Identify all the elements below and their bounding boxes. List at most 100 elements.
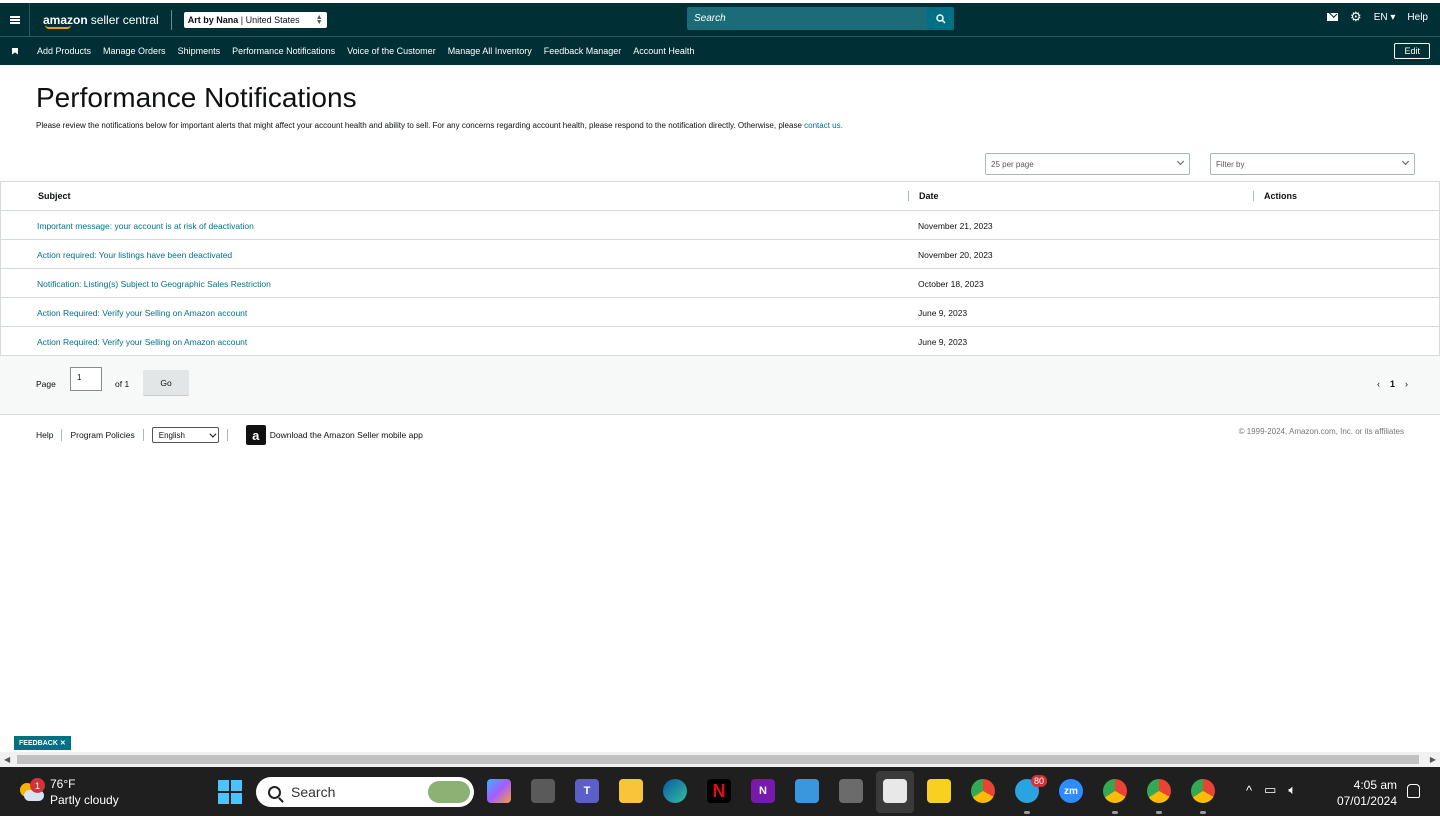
nav-performance-notifications[interactable]: Performance Notifications bbox=[232, 46, 335, 56]
download-app-link[interactable]: Download the Amazon Seller mobile app bbox=[270, 430, 423, 440]
chevron-down-icon bbox=[209, 430, 217, 438]
language-selector[interactable]: EN ▾ bbox=[1374, 12, 1396, 23]
notification-date: November 21, 2023 bbox=[918, 221, 993, 231]
scroll-left-icon[interactable]: ◀ bbox=[4, 755, 10, 764]
chevron-down-icon bbox=[1176, 157, 1185, 166]
taskbar-search[interactable]: Search bbox=[256, 777, 474, 807]
scrollbar-thumb[interactable] bbox=[17, 755, 1419, 764]
onenote-icon[interactable]: N bbox=[751, 779, 775, 803]
column-date[interactable]: Date bbox=[908, 191, 939, 201]
page-count: of 1 bbox=[115, 379, 130, 389]
chrome-profile-icon[interactable] bbox=[1103, 779, 1127, 803]
nav-voice-of-customer[interactable]: Voice of the Customer bbox=[347, 46, 436, 56]
weather-temp: 76°F bbox=[50, 777, 76, 791]
program-policies-link[interactable]: Program Policies bbox=[70, 430, 134, 440]
go-button[interactable]: Go bbox=[143, 370, 189, 396]
per-page-select[interactable]: 25 per page bbox=[985, 153, 1190, 175]
taskbar-clock[interactable]: 4:05 am 07/01/2024 bbox=[1337, 777, 1397, 809]
notification-date: June 9, 2023 bbox=[918, 337, 968, 347]
nav-manage-orders[interactable]: Manage Orders bbox=[103, 46, 166, 56]
chevron-left-icon[interactable]: ‹ bbox=[1377, 379, 1380, 389]
copilot-icon[interactable] bbox=[487, 779, 511, 803]
nav-bar: Add Products Manage Orders Shipments Per… bbox=[0, 36, 1440, 65]
notification-link[interactable]: Action Required: Verify your Selling on … bbox=[37, 308, 247, 318]
menu-icon[interactable] bbox=[0, 3, 30, 36]
notepad-icon[interactable] bbox=[795, 779, 819, 803]
footer-language-select[interactable]: English bbox=[151, 427, 219, 443]
notification-link[interactable]: Notification: Listing(s) Subject to Geog… bbox=[37, 279, 271, 289]
edit-nav-button[interactable]: Edit bbox=[1394, 43, 1430, 59]
account-switcher[interactable]: Art by Nana | United States ▲ ▼ bbox=[183, 11, 327, 28]
table-row: Action required: Your listings have been… bbox=[1, 240, 1439, 269]
bookmark-icon[interactable] bbox=[0, 47, 30, 55]
amazon-app-icon[interactable]: a bbox=[245, 425, 266, 445]
column-subject[interactable]: Subject bbox=[38, 191, 71, 201]
sticky-notes-icon[interactable] bbox=[927, 779, 951, 803]
volume-icon[interactable]: 🔈︎ bbox=[1288, 782, 1296, 798]
table-row: Notification: Listing(s) Subject to Geog… bbox=[1, 269, 1439, 298]
chrome-profile-icon[interactable] bbox=[1191, 779, 1215, 803]
search-icon bbox=[935, 13, 946, 24]
logo-product: seller central bbox=[90, 12, 159, 27]
windows-start-icon[interactable] bbox=[218, 780, 242, 804]
messages-icon[interactable] bbox=[1327, 13, 1339, 21]
nav-account-health[interactable]: Account Health bbox=[633, 46, 694, 56]
snipping-tool-icon[interactable] bbox=[883, 779, 907, 803]
seller-central-logo[interactable]: amazon seller central bbox=[43, 9, 172, 30]
nav-shipments[interactable]: Shipments bbox=[178, 46, 221, 56]
updown-icon: ▲ ▼ bbox=[315, 13, 323, 26]
scroll-right-icon[interactable]: ▶ bbox=[1430, 755, 1436, 764]
table-row: Important message: your account is at ri… bbox=[1, 211, 1439, 240]
weather-widget[interactable]: 1 76°F Partly cloudy bbox=[18, 776, 119, 808]
copyright: © 1999-2024, Amazon.com, Inc. or its aff… bbox=[1238, 427, 1404, 436]
horizontal-scrollbar[interactable]: ◀ ▶ bbox=[0, 752, 1440, 767]
search-button[interactable] bbox=[927, 7, 954, 30]
page-label: Page bbox=[36, 379, 56, 389]
weather-badge: 1 bbox=[30, 778, 45, 793]
search-input[interactable]: Search bbox=[687, 7, 927, 30]
nav-add-products[interactable]: Add Products bbox=[37, 46, 91, 56]
weather-desc: Partly cloudy bbox=[50, 793, 119, 807]
windows-taskbar: 1 76°F Partly cloudy Search T N N 80 zm ^… bbox=[0, 767, 1440, 816]
edge-icon[interactable] bbox=[663, 779, 687, 803]
chrome-profile-icon[interactable] bbox=[1147, 779, 1171, 803]
footer: Help Program Policies English a Download… bbox=[36, 425, 423, 445]
zoom-icon[interactable]: zm bbox=[1059, 779, 1083, 803]
help-link[interactable]: Help bbox=[1407, 12, 1428, 23]
notification-link[interactable]: Important message: your account is at ri… bbox=[37, 221, 254, 231]
telegram-icon[interactable]: 80 bbox=[1015, 775, 1047, 803]
feedback-button[interactable]: FEEDBACK ✕ bbox=[14, 736, 71, 750]
partly-cloudy-icon: 1 bbox=[18, 778, 45, 803]
telegram-badge: 80 bbox=[1030, 775, 1047, 787]
top-bar: amazon seller central Art by Nana | Unit… bbox=[0, 0, 1440, 36]
notifications-table: Subject Date Actions Important message: … bbox=[0, 181, 1440, 356]
clock-date: 07/01/2024 bbox=[1336, 794, 1397, 808]
notification-date: October 18, 2023 bbox=[918, 279, 984, 289]
notification-bell-icon[interactable] bbox=[1407, 784, 1420, 798]
current-page[interactable]: 1 bbox=[1390, 379, 1395, 389]
nav-feedback-manager[interactable]: Feedback Manager bbox=[544, 46, 622, 56]
network-icon[interactable]: ▭ bbox=[1264, 782, 1276, 798]
footer-help-link[interactable]: Help bbox=[36, 430, 53, 440]
teams-icon[interactable]: T bbox=[575, 779, 599, 803]
page-number-input[interactable]: 1 bbox=[70, 367, 102, 391]
task-view-icon[interactable] bbox=[531, 779, 555, 803]
notification-link[interactable]: Action Required: Verify your Selling on … bbox=[37, 337, 247, 347]
calculator-icon[interactable] bbox=[839, 779, 863, 803]
filter-select[interactable]: Filter by bbox=[1210, 153, 1415, 175]
netflix-icon[interactable]: N bbox=[707, 779, 731, 803]
page-title: Performance Notifications bbox=[36, 82, 357, 113]
chevron-up-icon[interactable]: ^ bbox=[1246, 783, 1252, 798]
nav-manage-inventory[interactable]: Manage All Inventory bbox=[448, 46, 532, 56]
chevron-right-icon[interactable]: › bbox=[1405, 379, 1408, 389]
clock-time: 4:05 am bbox=[1353, 778, 1397, 792]
column-actions: Actions bbox=[1253, 191, 1297, 201]
marketplace: United States bbox=[245, 14, 300, 25]
gear-icon[interactable]: ⚙ bbox=[1350, 10, 1362, 23]
table-header: Subject Date Actions bbox=[1, 182, 1439, 211]
notification-link[interactable]: Action required: Your listings have been… bbox=[37, 250, 232, 260]
file-explorer-icon[interactable] bbox=[619, 779, 643, 803]
contact-us-link[interactable]: contact us. bbox=[804, 121, 843, 130]
store-name: Art by Nana bbox=[187, 14, 239, 25]
chrome-icon[interactable] bbox=[971, 779, 995, 803]
